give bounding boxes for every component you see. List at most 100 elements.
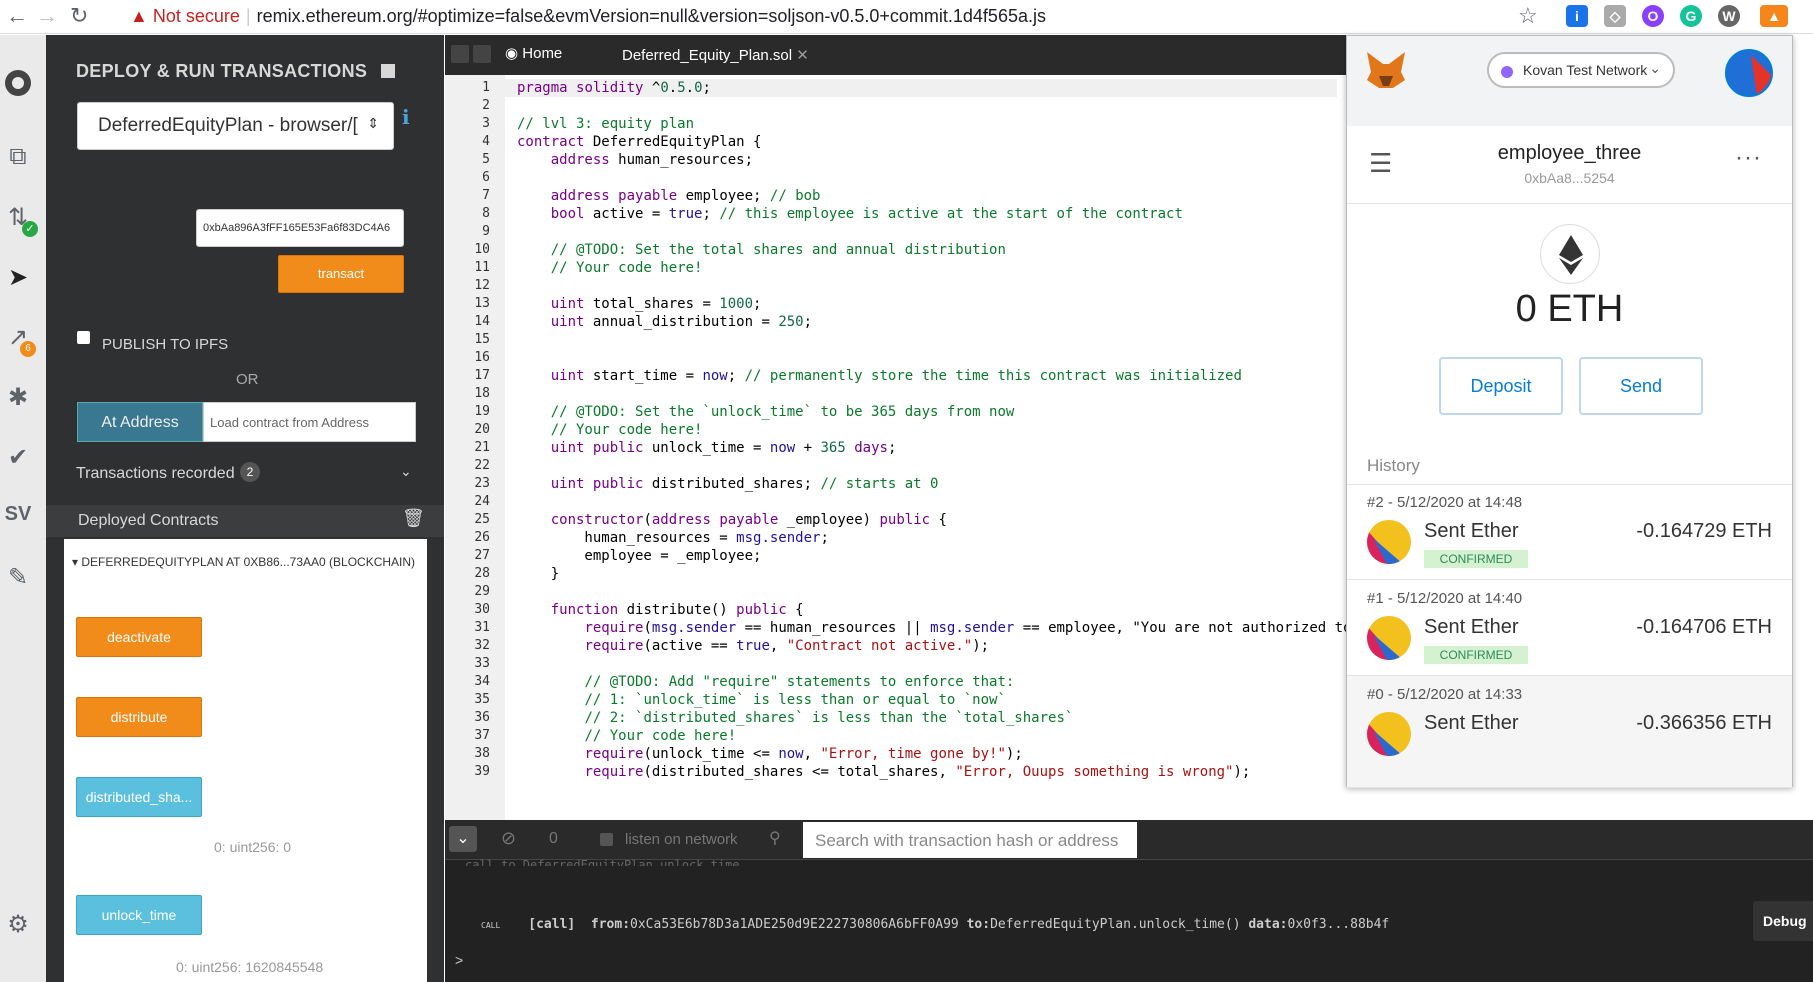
code-line: require(active == true, "Contract not ac… <box>584 638 990 654</box>
line-number: 14 <box>474 314 490 329</box>
code-area[interactable]: pragma solidity ^0.5.0; // lvl 3: equity … <box>505 75 1349 820</box>
close-tab-icon[interactable]: ✕ <box>796 47 809 64</box>
deploy-panel: DEPLOY & RUN TRANSACTIONS DeferredEquity… <box>46 35 444 982</box>
settings-gear-icon[interactable]: ⚙ <box>0 910 36 939</box>
line-number: 9 <box>482 224 490 239</box>
tx-date: #0 - 5/12/2020 at 14:33 <box>1367 686 1523 703</box>
collapse-terminal-icon[interactable]: ⌄ <box>449 826 477 852</box>
load-address-input[interactable]: Load contract from Address <box>203 402 416 442</box>
line-number: 39 <box>474 764 490 779</box>
security-label: Not secure <box>152 6 240 26</box>
back-icon[interactable]: ← <box>6 4 28 28</box>
line-number: 5 <box>482 152 490 167</box>
code-line: // lvl 3: equity plan <box>517 116 695 132</box>
line-number: 13 <box>474 296 490 311</box>
history-item[interactable]: #0 - 5/12/2020 at 14:33 Sent Ether -0.36… <box>1347 676 1792 788</box>
testing-icon[interactable]: ✔ <box>0 443 36 472</box>
docs-icon[interactable] <box>380 64 395 78</box>
ring-extension-icon[interactable]: O <box>1642 5 1664 27</box>
line-number: 27 <box>474 548 490 563</box>
transact-button[interactable]: transact <box>278 255 404 293</box>
line-gutter: 1 2 3 4 5 6 7 8 9 10 11 12 13 14 15 16 17 18 19 20 21 22 23 24 2… <box>445 75 505 820</box>
network-chevron-icon: ⌄ <box>1649 60 1661 76</box>
constructor-address-input[interactable]: 0xbAa896A3fFF165E53Fa6f83DC4A6 <box>196 209 404 247</box>
clear-icon[interactable]: ⊘ <box>501 828 516 849</box>
line-number: 15 <box>474 332 490 347</box>
remix-logo-icon[interactable] <box>0 63 36 110</box>
send-button[interactable]: Send <box>1579 357 1703 415</box>
address-bar[interactable]: ▲ Not secure | remix.ethereum.org/#optimiz… <box>130 6 1046 27</box>
wordpress-icon[interactable]: W <box>1718 5 1740 27</box>
at-address-button[interactable]: At Address <box>77 402 203 442</box>
line-number: 8 <box>482 206 490 221</box>
puzzle-extension-icon[interactable]: ◇ <box>1604 5 1626 27</box>
code-line: uint start_time = now; // permanently st… <box>550 368 1242 384</box>
eth-balance: 0 ETH <box>1515 288 1624 330</box>
line-number: 34 <box>474 674 490 689</box>
bookmark-star-icon[interactable]: ☆ <box>1518 4 1538 28</box>
deposit-button[interactable]: Deposit <box>1439 357 1563 415</box>
account-avatar[interactable] <box>1725 49 1773 97</box>
analysis-icon[interactable]: ↗ 6 <box>0 323 36 357</box>
deploy-run-icon[interactable]: ➤ <box>0 263 36 292</box>
distributed-shares-button[interactable]: distributed_sha... <box>76 777 202 817</box>
metamask-extension-icon[interactable]: ▲ <box>1760 5 1788 27</box>
warning-icon: ▲ <box>130 6 148 26</box>
trash-icon[interactable]: 🗑 <box>402 508 425 529</box>
debugger-icon[interactable]: ✱ <box>0 383 36 412</box>
home-icon: ◉ <box>505 45 519 62</box>
line-number: 35 <box>474 692 490 707</box>
publish-checkbox[interactable] <box>77 331 90 344</box>
file-explorer-icon[interactable]: ⧉ <box>0 143 36 171</box>
code-line: // 1: `unlock_time` is less than or equa… <box>584 692 1006 708</box>
deactivate-button[interactable]: deactivate <box>76 617 202 657</box>
history-item[interactable]: #2 - 5/12/2020 at 14:48 Sent Ether -0.16… <box>1347 484 1792 580</box>
reload-icon[interactable]: ↻ <box>70 4 88 28</box>
line-number: 7 <box>482 188 490 203</box>
distribute-button[interactable]: distribute <box>76 697 202 737</box>
unlock-time-result: 0: uint256: 1620845548 <box>176 959 324 975</box>
code-line: // 2: `distributed_shares` is less than … <box>584 710 1074 726</box>
chevron-down-icon[interactable]: ⌄ <box>400 463 412 480</box>
compiler-icon[interactable]: ⇅ ✓ <box>0 203 38 237</box>
tx-recorded-label: Transactions recorded <box>76 465 235 482</box>
code-line: contract DeferredEquityPlan { <box>517 134 762 150</box>
listen-checkbox[interactable] <box>600 833 613 846</box>
distributed-shares-result: 0: uint256: 0 <box>214 839 292 855</box>
tx-status-badge: CONFIRMED <box>1424 550 1528 568</box>
line-number: 37 <box>474 728 490 743</box>
scroll-right-icon[interactable] <box>473 45 491 63</box>
instance-header[interactable]: ▾ DEFERREDEQUITYPLAN AT 0XB86...73AA0 (B… <box>72 555 427 569</box>
info-extension-icon[interactable]: i <box>1566 5 1588 27</box>
account-name[interactable]: employee_three <box>1347 142 1792 165</box>
sv-icon[interactable]: SV <box>0 503 36 526</box>
plugin-icon[interactable]: ✎ <box>0 563 36 592</box>
account-address[interactable]: 0xbAa8...5254 <box>1347 170 1792 186</box>
info-icon[interactable]: i <box>402 105 410 129</box>
network-selector[interactable]: Kovan Test Network ⌄ <box>1487 52 1675 88</box>
line-number: 16 <box>474 350 490 365</box>
call-log-line[interactable]: CALL [call] from:0xCa53E6b78D3a1ADE250d9E… <box>481 917 1389 932</box>
terminal-toolbar: ⌄ ⊘ 0 listen on network ⚲ Search with tr… <box>445 820 1813 860</box>
or-label: OR <box>236 371 259 388</box>
home-tab[interactable]: ◉ Home <box>505 44 562 62</box>
history-item[interactable]: #1 - 5/12/2020 at 14:40 Sent Ether -0.16… <box>1347 580 1792 676</box>
code-line: require(msg.sender == human_resources ||… <box>584 620 1349 636</box>
debug-button[interactable]: Debug <box>1753 901 1813 941</box>
code-line: employee = _employee; <box>517 548 762 564</box>
forward-icon[interactable]: → <box>36 4 58 28</box>
scroll-left-icon[interactable] <box>451 45 469 63</box>
terminal-search-input[interactable]: Search with transaction hash or address <box>803 822 1137 858</box>
tx-date: #2 - 5/12/2020 at 14:48 <box>1367 494 1523 511</box>
metamask-header: Kovan Test Network ⌄ <box>1347 36 1792 126</box>
terminal-prompt[interactable]: > <box>455 952 463 968</box>
code-line: uint public unlock_time = now + 365 days… <box>550 440 897 456</box>
line-number: 32 <box>474 638 490 653</box>
grammarly-icon[interactable]: G <box>1680 5 1702 27</box>
line-number: 20 <box>474 422 490 437</box>
contract-select[interactable]: DeferredEquityPlan - browser/[⇕ <box>77 102 394 150</box>
tx-avatar <box>1367 712 1411 756</box>
file-tab[interactable]: Deferred_Equity_Plan.sol ✕ <box>622 46 809 64</box>
more-options-icon[interactable]: ··· <box>1735 144 1762 172</box>
unlock-time-button[interactable]: unlock_time <box>76 895 202 935</box>
